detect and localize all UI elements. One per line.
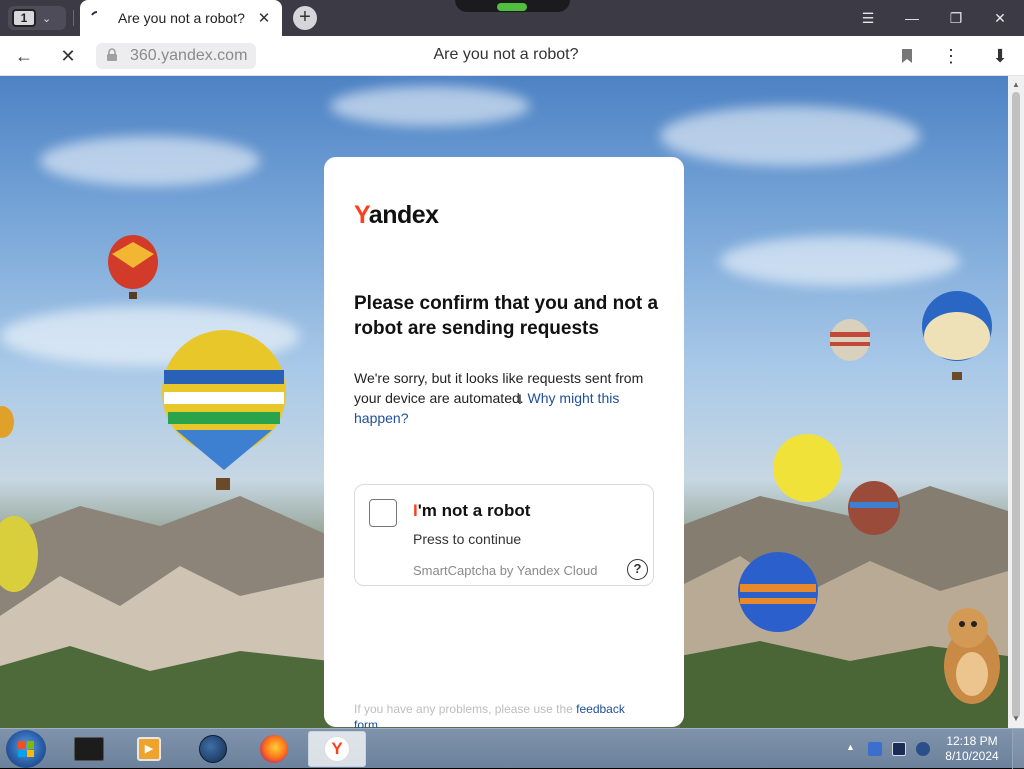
stop-loading-icon[interactable]: ✕ bbox=[56, 44, 80, 68]
tab-close-icon[interactable]: ✕ bbox=[256, 9, 272, 27]
window-close-icon[interactable]: ✕ bbox=[978, 0, 1022, 36]
tab-count: 1 bbox=[12, 9, 36, 27]
scroll-up-icon[interactable]: ▲ bbox=[1011, 80, 1021, 89]
windows-logo-icon bbox=[18, 741, 34, 757]
hot-air-balloon bbox=[773, 434, 841, 502]
loading-spinner-icon bbox=[90, 11, 104, 25]
monitor-icon[interactable] bbox=[892, 742, 906, 756]
tab-separator bbox=[73, 10, 74, 26]
url-domain: 360.yandex.com bbox=[130, 47, 248, 64]
system-clock[interactable]: 12:18 PM 8/10/2024 bbox=[942, 734, 1002, 764]
lock-icon bbox=[106, 48, 122, 64]
tab-counter-button[interactable]: 1 ⌄ bbox=[8, 6, 66, 30]
yandex-logo: Yandex bbox=[354, 201, 439, 229]
yandex-browser-icon: Y bbox=[324, 736, 350, 762]
browser-toolbar: ← ✕ 360.yandex.com Are you not a robot? … bbox=[0, 36, 1024, 76]
minimize-icon[interactable]: — bbox=[890, 0, 934, 36]
windows-taskbar: ▶ Y ▲ 12:18 PM 8/10/2024 bbox=[0, 728, 1024, 769]
bluetooth-icon[interactable] bbox=[868, 742, 882, 756]
help-icon[interactable]: ? bbox=[627, 559, 648, 580]
tab-title: Are you not a robot? bbox=[118, 10, 245, 26]
network-icon[interactable] bbox=[916, 742, 930, 756]
cloud bbox=[660, 106, 920, 166]
captcha-card: Yandex Please confirm that you and not a… bbox=[324, 157, 684, 728]
feedback-notice: If you have any problems, please use the… bbox=[354, 701, 644, 728]
tab-active[interactable]: Are you not a robot? ✕ bbox=[80, 0, 282, 36]
captcha-heading: Please confirm that you and not a robot … bbox=[354, 293, 659, 339]
tray-expand-icon[interactable]: ▲ bbox=[846, 742, 860, 756]
back-icon[interactable]: ← bbox=[12, 44, 36, 68]
scrollbar-thumb[interactable] bbox=[1012, 92, 1020, 718]
window-notch bbox=[455, 0, 570, 12]
globe-icon bbox=[199, 735, 227, 763]
feedback-text: If you have any problems, please use the bbox=[354, 702, 577, 716]
captcha-message: We're sorry, but it looks like requests … bbox=[354, 368, 659, 428]
page-scrollbar[interactable]: ▲ ▼ bbox=[1008, 76, 1024, 728]
smartcaptcha-brand[interactable]: SmartCaptcha by Yandex Cloud bbox=[413, 563, 598, 578]
taskbar-terminal[interactable] bbox=[60, 731, 118, 767]
page-background: Yandex Please confirm that you and not a… bbox=[0, 76, 1008, 728]
hot-air-balloon bbox=[848, 481, 900, 535]
new-tab-button[interactable]: + bbox=[293, 6, 317, 30]
hot-air-balloon bbox=[738, 552, 818, 632]
not-robot-label[interactable]: I'm not a robot bbox=[413, 501, 530, 521]
taskbar-browser-globe[interactable] bbox=[184, 731, 242, 767]
start-button[interactable] bbox=[6, 730, 46, 768]
clock-date: 8/10/2024 bbox=[945, 749, 999, 763]
hot-air-balloon bbox=[0, 516, 38, 592]
browser-tab-strip: 1 ⌄ Are you not a robot? ✕ + ☰ — ❐ ✕ bbox=[0, 0, 1024, 36]
clock-time: 12:18 PM bbox=[946, 734, 998, 748]
hot-air-balloon bbox=[162, 330, 286, 490]
more-options-icon[interactable]: ⋮ bbox=[939, 44, 963, 68]
firefox-icon bbox=[260, 735, 288, 763]
hamster-mascot-icon[interactable] bbox=[940, 602, 1004, 708]
omnibox-page-title[interactable]: Are you not a robot? bbox=[300, 46, 712, 64]
cloud bbox=[720, 236, 960, 286]
taskbar-firefox[interactable] bbox=[245, 731, 303, 767]
window-menu-icon[interactable]: ☰ bbox=[846, 0, 890, 36]
scroll-down-icon[interactable]: ▼ bbox=[1011, 714, 1021, 723]
chevron-down-icon: ⌄ bbox=[42, 12, 52, 25]
taskbar-media-player[interactable]: ▶ bbox=[120, 731, 178, 767]
not-robot-checkbox[interactable] bbox=[369, 499, 397, 527]
cloud bbox=[40, 136, 260, 186]
media-player-icon: ▶ bbox=[137, 737, 161, 761]
restore-icon[interactable]: ❐ bbox=[934, 0, 978, 36]
terminal-icon bbox=[74, 737, 104, 761]
show-desktop-button[interactable] bbox=[1012, 729, 1024, 769]
url-pill[interactable]: 360.yandex.com bbox=[96, 43, 256, 69]
cloud bbox=[330, 86, 530, 126]
hot-air-balloon bbox=[830, 319, 870, 361]
alice-indicator-icon bbox=[497, 3, 527, 11]
hot-air-balloon bbox=[922, 291, 992, 380]
hot-air-balloon bbox=[0, 406, 14, 438]
taskbar-yandex-browser[interactable]: Y bbox=[308, 731, 366, 767]
smartcaptcha-widget[interactable]: I'm not a robot Press to continue SmartC… bbox=[354, 484, 654, 586]
hot-air-balloon bbox=[108, 235, 158, 299]
download-icon[interactable]: ⬇ bbox=[988, 44, 1012, 68]
bookmark-icon[interactable] bbox=[895, 44, 919, 68]
press-to-continue-label: Press to continue bbox=[413, 531, 522, 547]
text-cursor-icon: I bbox=[518, 391, 522, 407]
